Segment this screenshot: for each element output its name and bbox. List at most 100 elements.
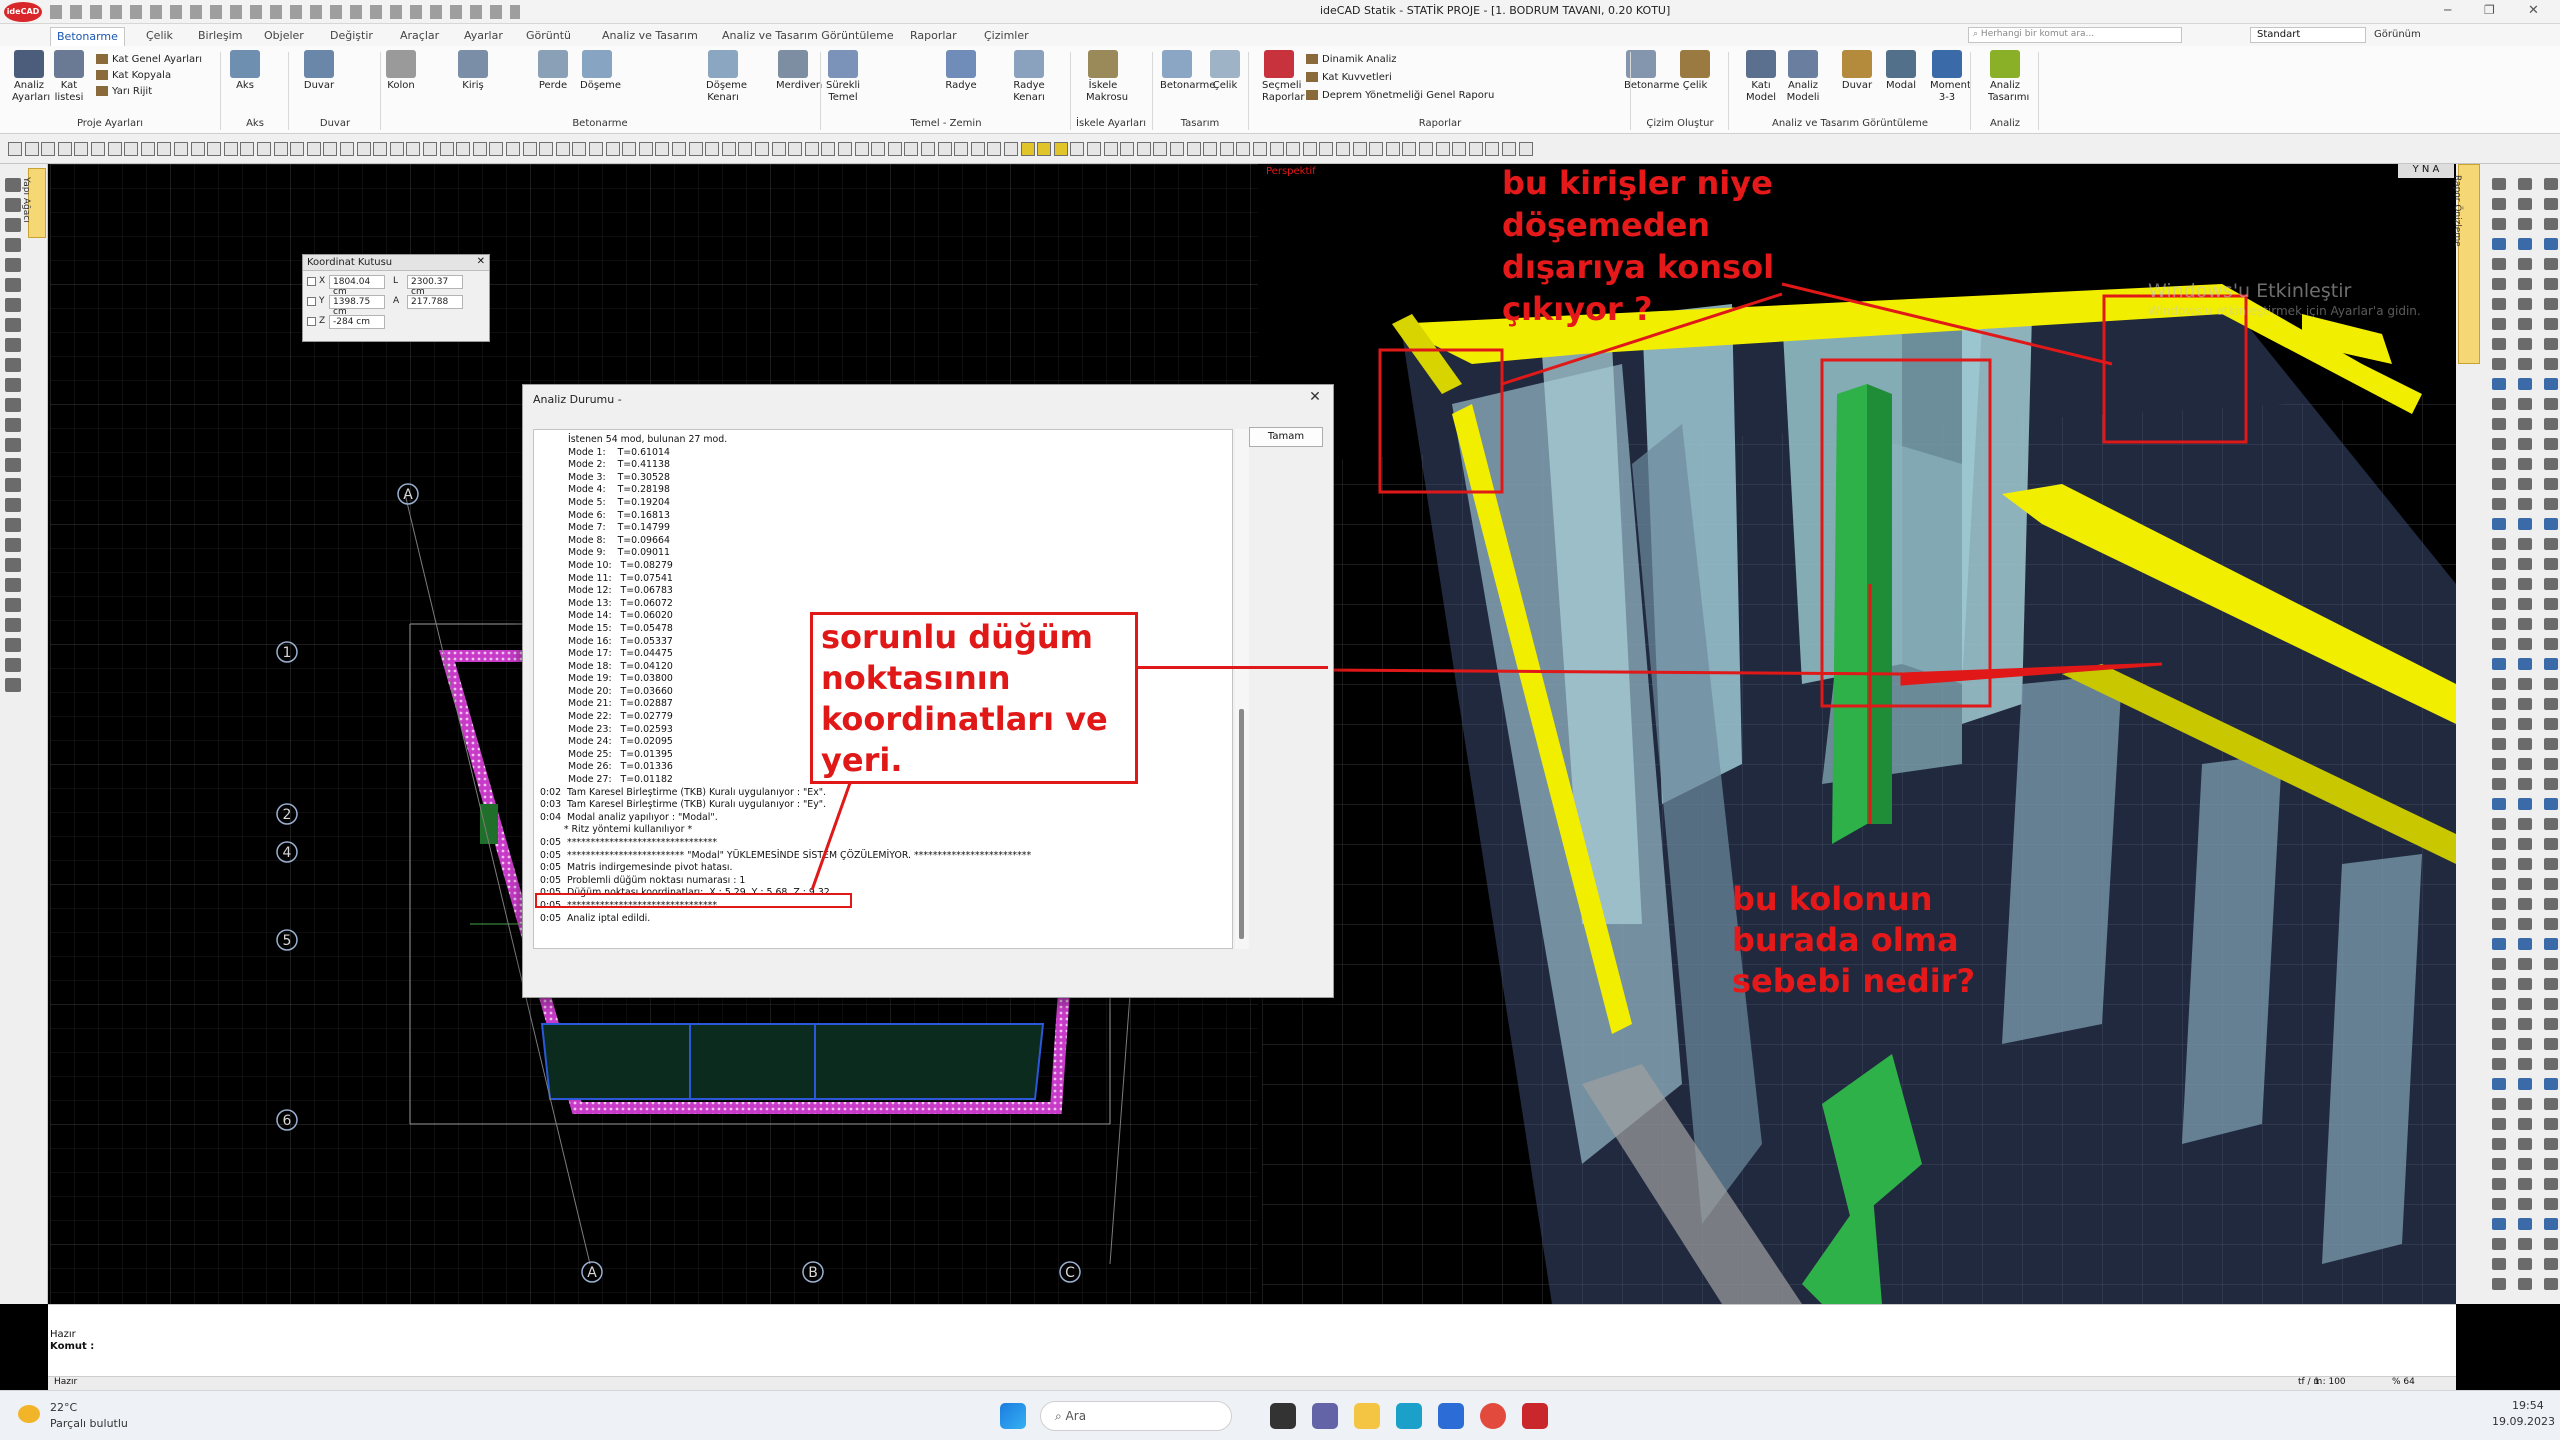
- coord-a-field[interactable]: 217.788: [407, 295, 463, 309]
- left-tool-icon[interactable]: [5, 458, 21, 472]
- right-tool-icon[interactable]: [2492, 298, 2506, 310]
- coord-l-field[interactable]: 2300.37 cm: [407, 275, 463, 297]
- toolbar-tool-icon[interactable]: [1236, 142, 1251, 156]
- toolbar-tool-icon[interactable]: [804, 142, 819, 156]
- teams-icon[interactable]: [1312, 1403, 1338, 1429]
- toolbar-tool-icon[interactable]: [904, 142, 919, 156]
- right-tool-icon[interactable]: [2518, 518, 2532, 530]
- ribbon-button-4[interactable]: Duvar: [302, 50, 336, 92]
- right-tool-icon[interactable]: [2492, 858, 2506, 870]
- right-tool-icon[interactable]: [2518, 338, 2532, 350]
- right-tool-icon[interactable]: [2544, 1178, 2558, 1190]
- left-tool-icon[interactable]: [5, 478, 21, 492]
- idecad-taskbar-icon[interactable]: [1522, 1403, 1548, 1429]
- coordinate-box[interactable]: Koordinat Kutusu ✕ X 1804.04 cm L 2300.3…: [302, 254, 490, 342]
- right-tool-icon[interactable]: [2492, 718, 2506, 730]
- right-tool-icon[interactable]: [2518, 178, 2532, 190]
- toolbar-tool-icon[interactable]: [423, 142, 437, 156]
- right-tool-icon[interactable]: [2518, 558, 2532, 570]
- right-tool-icon[interactable]: [2544, 1158, 2558, 1170]
- left-tool-icon[interactable]: [5, 518, 21, 532]
- right-tool-icon[interactable]: [2492, 278, 2506, 290]
- left-tool-icon[interactable]: [5, 538, 21, 552]
- right-tool-icon[interactable]: [2492, 498, 2506, 510]
- ribbon-button-15[interactable]: Betonarme: [1160, 50, 1215, 92]
- left-tool-icon[interactable]: [5, 298, 21, 312]
- left-tool-icon[interactable]: [5, 678, 21, 692]
- right-tool-icon[interactable]: [2492, 818, 2506, 830]
- ribbon-button-11[interactable]: Sürekli Temel: [826, 50, 860, 104]
- right-tool-icon[interactable]: [2492, 1178, 2506, 1190]
- right-tool-icon[interactable]: [2544, 1198, 2558, 1210]
- left-tool-icon[interactable]: [5, 638, 21, 652]
- right-tool-icon[interactable]: [2492, 658, 2506, 670]
- right-tool-icon[interactable]: [2544, 1258, 2558, 1270]
- right-tool-icon[interactable]: [2492, 1238, 2506, 1250]
- checkbox-y[interactable]: [307, 297, 316, 306]
- toolbar-tool-icon[interactable]: [1186, 142, 1201, 156]
- toolbar-tool-icon[interactable]: [190, 142, 205, 156]
- structure-model[interactable]: [1392, 284, 2456, 1304]
- side-tab-yapi-agaci[interactable]: Yapı Ağacı: [21, 168, 46, 238]
- right-tool-icon[interactable]: [2518, 1238, 2532, 1250]
- right-tool-icon[interactable]: [2518, 1018, 2532, 1030]
- right-tool-icon[interactable]: [2544, 838, 2558, 850]
- weather-icon[interactable]: [18, 1405, 40, 1423]
- right-tool-icon[interactable]: [2518, 218, 2532, 230]
- toolbar-tool-icon[interactable]: [1419, 142, 1433, 156]
- tab-birlesim[interactable]: Birleşim: [192, 27, 248, 46]
- right-tool-icon[interactable]: [2492, 978, 2506, 990]
- right-tool-icon[interactable]: [2544, 918, 2558, 930]
- right-tool-icon[interactable]: [2544, 518, 2558, 530]
- right-tool-icon[interactable]: [2518, 998, 2532, 1010]
- tab-araclar[interactable]: Araçlar: [394, 27, 445, 46]
- right-tool-icon[interactable]: [2544, 978, 2558, 990]
- toolbar-tool-icon[interactable]: [472, 142, 487, 156]
- right-tool-icon[interactable]: [2544, 398, 2558, 410]
- toolbar-tool-icon[interactable]: [721, 142, 736, 156]
- right-tool-icon[interactable]: [2544, 438, 2558, 450]
- right-tool-icon[interactable]: [2544, 638, 2558, 650]
- maximize-icon[interactable]: ❐: [2484, 3, 2495, 17]
- right-tool-icon[interactable]: [2518, 818, 2532, 830]
- toolbar-tool-icon[interactable]: [373, 142, 388, 156]
- right-tool-icon[interactable]: [2518, 858, 2532, 870]
- toolbar-tool-icon[interactable]: [1219, 142, 1234, 156]
- right-tool-icon[interactable]: [2492, 578, 2506, 590]
- tab-cizimler[interactable]: Çizimler: [978, 27, 1035, 46]
- right-tool-icon[interactable]: [2492, 418, 2506, 430]
- right-tool-icon[interactable]: [2492, 258, 2506, 270]
- tab-degistir[interactable]: Değiştir: [324, 27, 379, 46]
- toolbar-tool-icon[interactable]: [887, 142, 902, 156]
- right-tool-icon[interactable]: [2544, 718, 2558, 730]
- right-tool-icon[interactable]: [2518, 358, 2532, 370]
- right-tool-icon[interactable]: [2518, 1118, 2532, 1130]
- tab-celik[interactable]: Çelik: [140, 27, 179, 46]
- right-tool-icon[interactable]: [2544, 1238, 2558, 1250]
- right-tool-icon[interactable]: [2492, 1098, 2506, 1110]
- toolbar-tool-icon[interactable]: [240, 142, 255, 156]
- right-tool-icon[interactable]: [2518, 1198, 2532, 1210]
- toolbar-tool-icon[interactable]: [1253, 142, 1267, 156]
- right-tool-icon[interactable]: [2544, 1118, 2558, 1130]
- app-logo[interactable]: ideCAD: [4, 2, 42, 22]
- right-tool-icon[interactable]: [2544, 1038, 2558, 1050]
- ribbon-button-9[interactable]: Döşeme Kenarı: [706, 50, 747, 104]
- right-tool-icon[interactable]: [2492, 358, 2506, 370]
- right-tool-icon[interactable]: [2544, 558, 2558, 570]
- weather-desc[interactable]: Parçalı bulutlu: [50, 1417, 128, 1430]
- store-icon[interactable]: [1438, 1403, 1464, 1429]
- view-menu[interactable]: Görünüm: [2374, 29, 2421, 40]
- right-tool-icon[interactable]: [2492, 1278, 2506, 1290]
- right-tool-icon[interactable]: [2544, 758, 2558, 770]
- right-tool-icon[interactable]: [2518, 258, 2532, 270]
- right-tool-icon[interactable]: [2492, 238, 2506, 250]
- right-tool-icon[interactable]: [2544, 878, 2558, 890]
- right-tool-icon[interactable]: [2544, 1078, 2558, 1090]
- right-tool-icon[interactable]: [2518, 1158, 2532, 1170]
- right-tool-icon[interactable]: [2518, 698, 2532, 710]
- edge-icon[interactable]: [1396, 1403, 1422, 1429]
- ribbon-button-6[interactable]: Kiriş: [456, 50, 490, 92]
- right-tool-icon[interactable]: [2518, 1258, 2532, 1270]
- ok-button[interactable]: Tamam: [1249, 427, 1323, 447]
